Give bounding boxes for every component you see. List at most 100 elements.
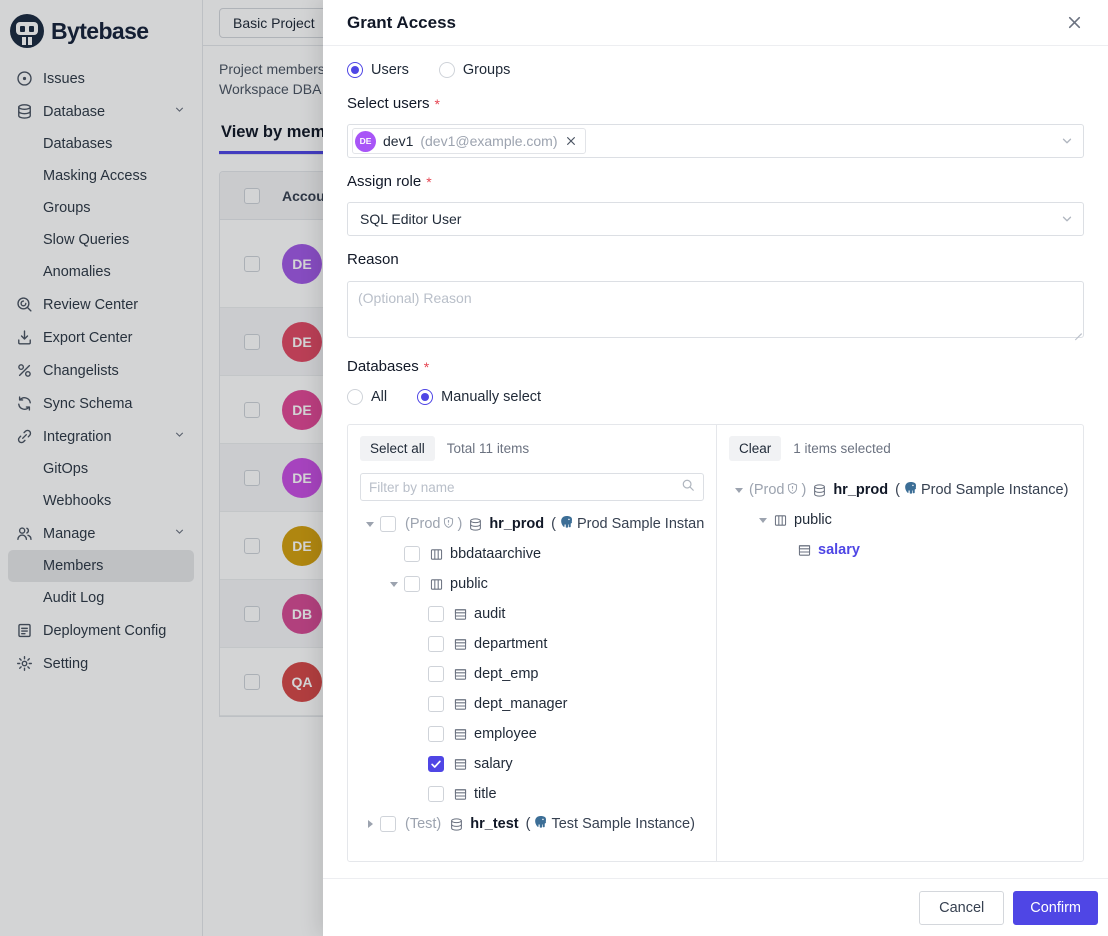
selected-user-tag: DE dev1 (dev1@example.com) xyxy=(352,128,586,154)
reason-textarea[interactable] xyxy=(347,281,1084,338)
items-selected-label: 1 items selected xyxy=(793,441,891,456)
grant-access-modal: Grant Access Users Groups Select users* … xyxy=(323,0,1108,936)
instance-label: ( Test Sample Instance) xyxy=(526,815,695,834)
radio-all-label: All xyxy=(371,389,387,405)
tree-caret[interactable] xyxy=(753,518,773,523)
tree-node-label[interactable]: public xyxy=(450,576,488,592)
database-source-pane: Select all Total 11 items (Prod ) hr_pro… xyxy=(348,425,717,861)
selected-user-name: dev1 xyxy=(383,133,413,149)
tree-node-label[interactable]: department xyxy=(474,636,547,652)
tree-row: salary xyxy=(729,535,1071,565)
tree-caret[interactable] xyxy=(384,582,404,587)
instance-label: ( Prod Sample Instance) xyxy=(551,515,704,534)
databases-radio-group: All Manually select xyxy=(347,387,1084,407)
tree-checkbox[interactable] xyxy=(404,576,420,592)
tree-caret[interactable] xyxy=(360,522,380,527)
instance-label: ( Prod Sample Instance) xyxy=(895,481,1068,500)
environment-label: (Prod ) xyxy=(749,482,806,499)
radio-users[interactable]: Users xyxy=(347,62,409,78)
tree-node-label[interactable]: audit xyxy=(474,606,505,622)
tree-row: public xyxy=(360,569,704,599)
resize-handle[interactable] xyxy=(1073,327,1082,336)
radio-manually-select[interactable]: Manually select xyxy=(417,389,541,405)
source-pane-header: Select all Total 11 items xyxy=(360,435,704,461)
table-icon xyxy=(453,697,468,712)
modal-header: Grant Access xyxy=(323,0,1108,46)
tree-checkbox[interactable] xyxy=(428,756,444,772)
radio-manually-select-dot[interactable] xyxy=(417,389,433,405)
chevron-down-icon xyxy=(1060,212,1074,231)
remove-user-icon[interactable] xyxy=(565,135,577,147)
select-users-input[interactable]: DE dev1 (dev1@example.com) xyxy=(347,124,1084,158)
tree-node-label[interactable]: bbdataarchive xyxy=(450,546,541,562)
table-icon xyxy=(453,757,468,772)
tree-row: audit xyxy=(360,599,704,629)
shield-icon xyxy=(442,516,455,533)
close-icon[interactable] xyxy=(1064,13,1084,33)
radio-manually-select-label: Manually select xyxy=(441,389,541,405)
radio-all-databases[interactable]: All xyxy=(347,389,387,405)
tree-node-label[interactable]: hr_test xyxy=(470,816,518,832)
tree-node-label[interactable]: salary xyxy=(474,756,513,772)
modal-title: Grant Access xyxy=(347,13,456,33)
tree-checkbox[interactable] xyxy=(404,546,420,562)
tree-row: dept_emp xyxy=(360,659,704,689)
tree-caret[interactable] xyxy=(729,488,749,493)
schema-icon xyxy=(773,513,788,528)
tree-node-label[interactable]: employee xyxy=(474,726,537,742)
tree-caret[interactable] xyxy=(360,820,380,828)
database-transfer-panel: Select all Total 11 items (Prod ) hr_pro… xyxy=(347,424,1084,862)
tree-node-label[interactable]: title xyxy=(474,786,497,802)
radio-groups-dot[interactable] xyxy=(439,62,455,78)
table-icon xyxy=(453,667,468,682)
tree-checkbox[interactable] xyxy=(428,726,444,742)
cancel-button[interactable]: Cancel xyxy=(919,891,1004,925)
tree-checkbox[interactable] xyxy=(428,636,444,652)
tree-node-label[interactable]: public xyxy=(794,512,832,528)
tree-checkbox[interactable] xyxy=(428,696,444,712)
radio-all-dot[interactable] xyxy=(347,389,363,405)
reason-field-wrap xyxy=(347,281,1084,338)
radio-groups-label: Groups xyxy=(463,62,511,78)
schema-icon xyxy=(429,577,444,592)
tree-row: department xyxy=(360,629,704,659)
modal-footer: Cancel Confirm xyxy=(323,878,1108,936)
tree-checkbox[interactable] xyxy=(380,816,396,832)
clear-button[interactable]: Clear xyxy=(729,436,781,461)
table-icon xyxy=(453,727,468,742)
tree-row: (Prod ) hr_prod ( Prod Sample Instance) xyxy=(729,475,1071,505)
tree-row: (Test) hr_test ( Test Sample Instance) xyxy=(360,809,704,839)
table-icon xyxy=(453,607,468,622)
tree-checkbox[interactable] xyxy=(428,606,444,622)
radio-groups[interactable]: Groups xyxy=(439,62,511,78)
environment-label: (Prod ) xyxy=(405,516,462,533)
assign-role-label: Assign role* xyxy=(347,173,1084,190)
tree-node-label[interactable]: dept_manager xyxy=(474,696,568,712)
environment-label: (Test) xyxy=(405,816,443,832)
confirm-button[interactable]: Confirm xyxy=(1013,891,1098,925)
tree-checkbox[interactable] xyxy=(428,666,444,682)
tree-row: salary xyxy=(360,749,704,779)
database-selected-pane: Clear 1 items selected (Prod ) hr_prod (… xyxy=(717,425,1083,861)
table-icon xyxy=(797,543,812,558)
tree-node-label[interactable]: hr_prod xyxy=(833,482,888,498)
tree-node-label[interactable]: salary xyxy=(818,542,860,558)
radio-users-label: Users xyxy=(371,62,409,78)
radio-users-dot[interactable] xyxy=(347,62,363,78)
tree-node-label[interactable]: dept_emp xyxy=(474,666,539,682)
tree-row: bbdataarchive xyxy=(360,539,704,569)
schema-icon xyxy=(429,547,444,562)
tree-row: employee xyxy=(360,719,704,749)
postgres-icon xyxy=(559,515,574,534)
assign-role-select[interactable]: SQL Editor User xyxy=(347,202,1084,236)
tree-node-label[interactable]: hr_prod xyxy=(489,516,544,532)
reason-label: Reason xyxy=(347,251,1084,268)
filter-by-name-input[interactable] xyxy=(369,480,675,495)
postgres-icon xyxy=(533,815,548,834)
tree-checkbox[interactable] xyxy=(428,786,444,802)
select-all-button[interactable]: Select all xyxy=(360,436,435,461)
member-type-radio-group: Users Groups xyxy=(347,60,1084,80)
tree-checkbox[interactable] xyxy=(380,516,396,532)
modal-body: Users Groups Select users* DE dev1 (dev1… xyxy=(323,46,1108,878)
selected-pane-header: Clear 1 items selected xyxy=(729,435,1071,461)
